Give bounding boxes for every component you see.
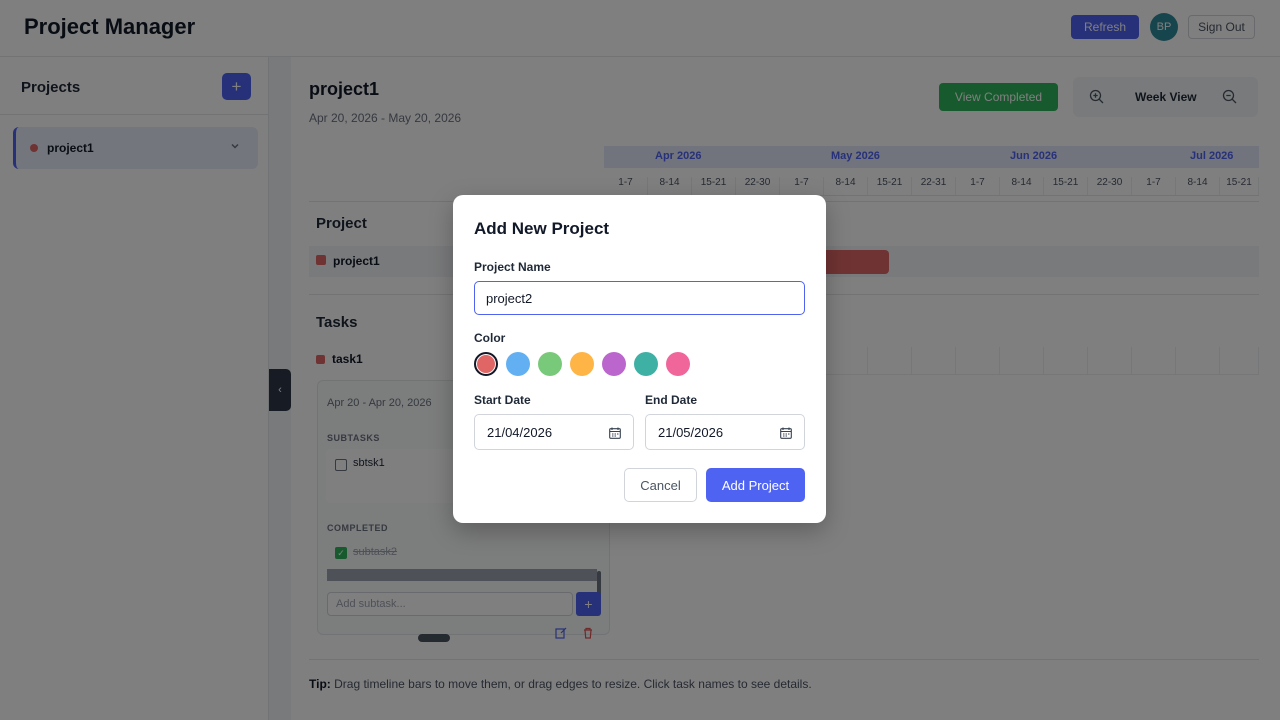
project-name-input[interactable] (474, 281, 805, 315)
start-date-input[interactable]: 21/04/2026 (474, 414, 634, 450)
color-swatch-blue[interactable] (506, 352, 530, 376)
color-swatch-red[interactable] (474, 352, 498, 376)
end-date-input[interactable]: 21/05/2026 (645, 414, 805, 450)
start-date-label: Start Date (474, 393, 531, 407)
add-project-dialog: Add New Project Project Name Color Start… (453, 195, 826, 523)
color-swatch-green[interactable] (538, 352, 562, 376)
color-swatch-teal[interactable] (634, 352, 658, 376)
dialog-title: Add New Project (474, 219, 610, 238)
color-swatch-pink[interactable] (666, 352, 690, 376)
add-project-submit-button[interactable]: Add Project (706, 468, 805, 502)
end-date-value: 21/05/2026 (658, 425, 724, 440)
cancel-button[interactable]: Cancel (624, 468, 697, 502)
color-label: Color (474, 331, 506, 345)
calendar-icon[interactable] (780, 426, 792, 444)
project-name-label: Project Name (474, 260, 551, 274)
start-date-value: 21/04/2026 (487, 425, 553, 440)
end-date-label: End Date (645, 393, 698, 407)
color-swatch-orange[interactable] (570, 352, 594, 376)
calendar-icon[interactable] (609, 426, 621, 444)
color-swatch-purple[interactable] (602, 352, 626, 376)
